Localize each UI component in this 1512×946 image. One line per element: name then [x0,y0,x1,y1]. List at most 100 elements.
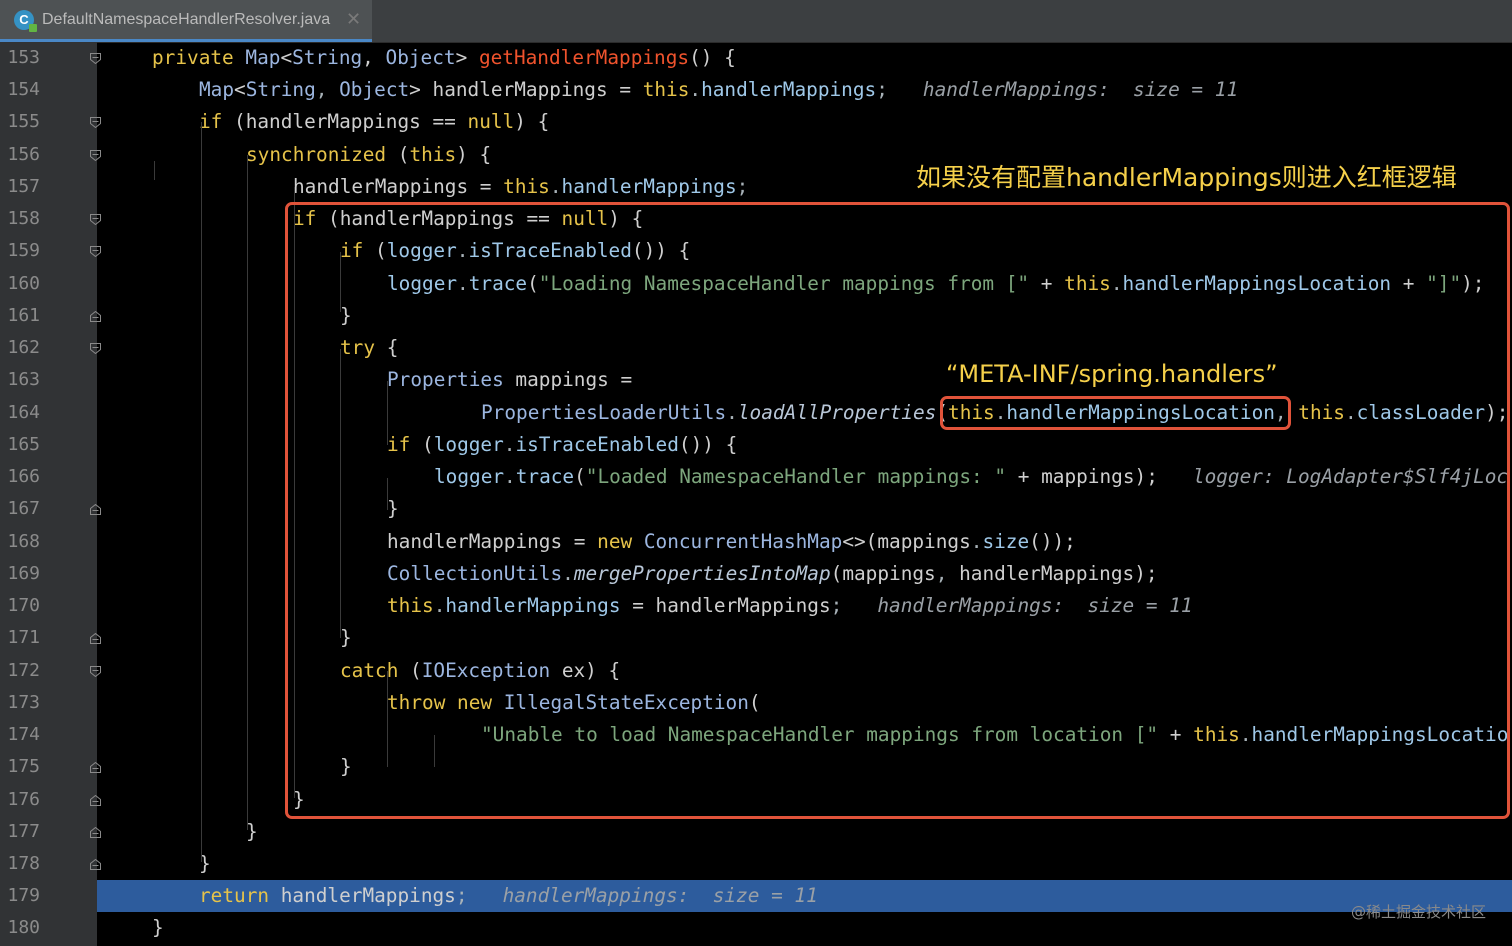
code-token: = [468,174,504,198]
fold-open-icon[interactable] [90,214,101,226]
line-number[interactable]: 158 [0,203,40,235]
code-token: ) { [456,142,492,166]
code-token: handlerMappings [561,174,737,198]
code-text[interactable]: private Map<String, Object> getHandlerMa… [152,42,736,74]
code-token: handlerMappings [293,174,469,198]
line-number[interactable]: 178 [0,848,40,880]
location-annotation: “META-INF/spring.handlers” [946,360,1278,388]
code-token: (handlerMappings [234,110,433,134]
code-token: ) { [514,110,550,134]
line-number[interactable]: 170 [0,590,40,622]
code-token: ; [455,884,468,908]
code-token: Map [245,46,281,69]
line-number[interactable]: 172 [0,655,40,687]
line-number[interactable]: 177 [0,816,40,848]
indent-guide [154,161,155,180]
line-number[interactable]: 171 [0,622,40,654]
line-number[interactable]: 163 [0,364,40,396]
code-token: > [455,46,479,69]
code-token: getHandlerMappings [478,46,690,69]
line-number[interactable]: 156 [0,139,40,171]
fold-close-icon[interactable] [90,859,101,870]
code-token: Object [339,78,410,102]
line-number[interactable]: 160 [0,268,40,300]
code-token: private [152,46,246,69]
code-token: ( [397,142,410,166]
fold-close-icon[interactable] [90,794,101,806]
fold-open-icon[interactable] [90,149,101,161]
line-number[interactable]: 167 [0,493,40,525]
code-token: . [689,78,702,102]
code-token: handlerMappings [280,884,456,908]
class-file-icon: C [14,10,37,32]
watermark: @稀土掘金技术社区 [1350,903,1486,921]
line-number[interactable]: 173 [0,687,40,719]
line-number[interactable]: 174 [0,719,40,751]
fold-close-icon[interactable] [90,762,101,774]
fold-open-icon[interactable] [90,53,101,64]
code-token: this [642,78,690,102]
debug-value-hint: handlerMappings: size = 11 [887,78,1239,102]
fold-close-icon[interactable] [90,310,101,322]
code-token: null [467,110,515,134]
line-number[interactable]: 161 [0,300,40,332]
line-number[interactable]: 153 [0,42,40,74]
indent-guide [247,155,248,830]
code-token: Object [385,46,456,69]
code-line[interactable]: 153 private Map<String, Object> getHandle… [0,42,1512,74]
code-token: this [409,142,457,166]
line-number[interactable]: 180 [0,912,40,944]
code-token: synchronized [246,142,398,166]
code-text[interactable]: if (handlerMappings == null) { [199,106,549,138]
line-number[interactable]: 155 [0,106,40,138]
code-token: handlerMappings [432,78,608,102]
fold-close-icon[interactable] [90,504,101,516]
debug-value-hint: handlerMappings: size = 11 [467,884,818,908]
code-token: = [607,78,643,102]
code-token: . [549,174,562,198]
code-line[interactable]: 179 return handlerMappings; handlerMappin… [0,880,1512,913]
editor-tab-bar: C DefaultNamespaceHandlerResolver.java ✕ [0,0,1512,43]
line-number[interactable]: 168 [0,526,40,558]
code-token: ; [736,174,749,198]
line-number[interactable]: 154 [0,74,40,106]
editor-tab[interactable]: C DefaultNamespaceHandlerResolver.java ✕ [0,0,372,42]
code-token: } [152,916,164,940]
code-text[interactable]: synchronized (this) { [246,139,491,171]
code-token: == [432,110,468,134]
line-number[interactable]: 162 [0,332,40,364]
code-text[interactable]: handlerMappings = this.handlerMappings; [293,171,748,203]
code-token: if [199,110,235,134]
fold-close-icon[interactable] [90,826,101,838]
code-line[interactable]: 154 Map<String, Object> handlerMappings =… [0,74,1512,106]
code-token: < [234,78,246,102]
code-line[interactable]: 180} [0,912,1512,944]
line-number[interactable]: 165 [0,429,40,461]
location-highlight-box [940,396,1291,430]
tab-title: DefaultNamespaceHandlerResolver.java [42,11,331,28]
code-text[interactable]: return handlerMappings; handlerMappings:… [199,880,818,912]
line-number[interactable]: 157 [0,171,40,203]
line-number[interactable]: 175 [0,751,40,783]
close-tab-icon[interactable]: ✕ [346,9,361,30]
code-token: ; [876,78,888,102]
line-number[interactable]: 176 [0,784,40,816]
code-text[interactable]: Map<String, Object> handlerMappings = th… [199,74,1238,106]
code-line[interactable]: 177} [0,816,1512,848]
code-token: String [292,46,363,69]
fold-open-icon[interactable] [90,665,101,677]
line-number[interactable]: 169 [0,558,40,590]
fold-open-icon[interactable] [90,343,101,355]
code-token: handlerMappings [701,78,877,102]
fold-open-icon[interactable] [90,117,101,129]
line-number[interactable]: 164 [0,397,40,429]
line-number[interactable]: 166 [0,461,40,493]
code-line[interactable]: 178} [0,848,1512,880]
code-line[interactable]: 155 if (handlerMappings == null) { [0,106,1512,138]
fold-open-icon[interactable] [90,246,101,258]
code-text[interactable]: } [152,912,164,944]
line-number[interactable]: 179 [0,880,40,912]
fold-close-icon[interactable] [90,633,101,645]
line-number[interactable]: 159 [0,235,40,267]
code-token: return [199,884,281,908]
